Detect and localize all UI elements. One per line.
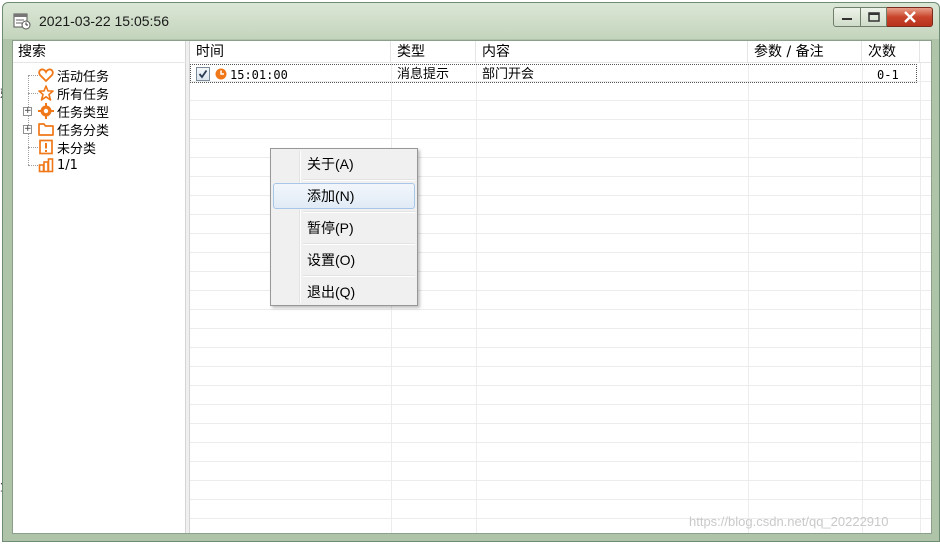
grid-column-line <box>748 63 749 533</box>
list-header: 时间 类型 内容 参数 / 备注 次数 <box>190 41 931 63</box>
heart-icon <box>38 68 54 83</box>
tree-connector <box>28 93 38 94</box>
column-header-content[interactable]: 内容 <box>476 41 748 63</box>
grid-row-line <box>190 386 931 405</box>
gear-icon <box>38 103 54 119</box>
app-window: 2021-03-22 15:05:56 搜索 活动任务 所有任务 + 任务类型 … <box>2 2 940 542</box>
client-area: 搜索 活动任务 所有任务 + 任务类型 + 任务分类 未分类 1/1 时间 类型… <box>12 40 932 534</box>
column-header-time[interactable]: 时间 <box>190 41 391 63</box>
grid-column-line <box>920 63 921 533</box>
tree-item-uncategorized[interactable]: 未分类 <box>38 138 97 157</box>
tree-item-label: 1/1 <box>57 157 78 173</box>
menu-item-pause[interactable]: 暂停(P) <box>273 215 415 241</box>
window-title: 2021-03-22 15:05:56 <box>39 13 169 29</box>
grid-row-line <box>190 82 931 101</box>
close-icon <box>903 11 916 23</box>
tree-item-task-types[interactable]: 任务类型 <box>38 102 110 121</box>
grid-row-line <box>190 101 931 120</box>
tree-item-page-count[interactable]: 1/1 <box>38 156 78 174</box>
menu-item-settings[interactable]: 设置(O) <box>273 247 415 273</box>
tree-item-label: 所有任务 <box>57 87 110 103</box>
minimize-icon <box>842 18 852 20</box>
tree-item-label: 未分类 <box>57 141 97 157</box>
grid-row-line <box>190 405 931 424</box>
maximize-icon <box>867 12 880 22</box>
menu-separator <box>303 211 415 213</box>
exclamation-icon <box>39 139 53 155</box>
cell-count: 0-1 <box>877 68 899 82</box>
bar-chart-icon <box>38 158 54 173</box>
tree-connector <box>28 75 29 165</box>
grid-row-line <box>190 481 931 500</box>
tree-item-task-categories[interactable]: 任务分类 <box>38 120 110 139</box>
tree-connector <box>28 75 38 76</box>
minimize-button[interactable] <box>833 7 861 27</box>
column-header-params[interactable]: 参数 / 备注 <box>748 41 862 63</box>
grid-row-line <box>190 367 931 386</box>
grid-row-line <box>190 443 931 462</box>
tree-item-active-tasks[interactable]: 活动任务 <box>38 66 110 85</box>
clock-icon <box>215 68 227 80</box>
tree-connector <box>28 165 38 166</box>
tree-item-label: 活动任务 <box>57 69 110 85</box>
menu-separator <box>303 179 415 181</box>
column-header-type[interactable]: 类型 <box>391 41 476 63</box>
star-icon <box>38 85 54 101</box>
tree-connector <box>28 147 38 148</box>
category-tree: 搜索 活动任务 所有任务 + 任务类型 + 任务分类 未分类 1/1 <box>13 41 186 533</box>
folder-icon <box>38 123 54 136</box>
title-bar[interactable]: 2021-03-22 15:05:56 <box>3 3 939 39</box>
grid-row-line <box>190 462 931 481</box>
grid-row-line <box>190 329 931 348</box>
cell-time: 15:01:00 <box>230 68 288 82</box>
checkmark-icon <box>198 69 208 79</box>
menu-item-add[interactable]: 添加(N) <box>273 183 415 209</box>
expand-toggle-task-categories[interactable]: + <box>23 125 32 134</box>
maximize-button[interactable] <box>861 7 887 27</box>
grid-column-line <box>476 63 477 533</box>
menu-item-exit[interactable]: 退出(Q) <box>273 279 415 305</box>
cell-type: 消息提示 <box>397 67 450 82</box>
grid-column-line <box>862 63 863 533</box>
table-row[interactable]: 15:01:00 消息提示 部门开会 0-1 <box>190 64 917 83</box>
row-enable-checkbox[interactable] <box>196 67 210 81</box>
watermark-text: https://blog.csdn.net/qq_20222910 <box>689 514 889 529</box>
tree-search-header[interactable]: 搜索 <box>13 41 186 63</box>
tree-item-label: 任务分类 <box>57 123 110 139</box>
menu-separator <box>303 243 415 245</box>
menu-separator <box>303 275 415 277</box>
expand-toggle-task-types[interactable]: + <box>23 107 32 116</box>
menu-item-about[interactable]: 关于(A) <box>273 151 415 177</box>
cell-content: 部门开会 <box>482 67 535 82</box>
grid-row-line <box>190 348 931 367</box>
caption-buttons <box>833 7 933 29</box>
tree-item-label: 任务类型 <box>57 105 110 121</box>
tree-item-all-tasks[interactable]: 所有任务 <box>38 84 110 103</box>
app-calendar-icon <box>13 13 31 30</box>
column-header-count[interactable]: 次数 <box>862 41 920 63</box>
grid-row-line <box>190 120 931 139</box>
grid-row-line <box>190 424 931 443</box>
grid-row-line <box>190 310 931 329</box>
context-menu: 关于(A) 添加(N) 暂停(P) 设置(O) 退出(Q) <box>270 148 418 306</box>
close-button[interactable] <box>887 7 933 27</box>
